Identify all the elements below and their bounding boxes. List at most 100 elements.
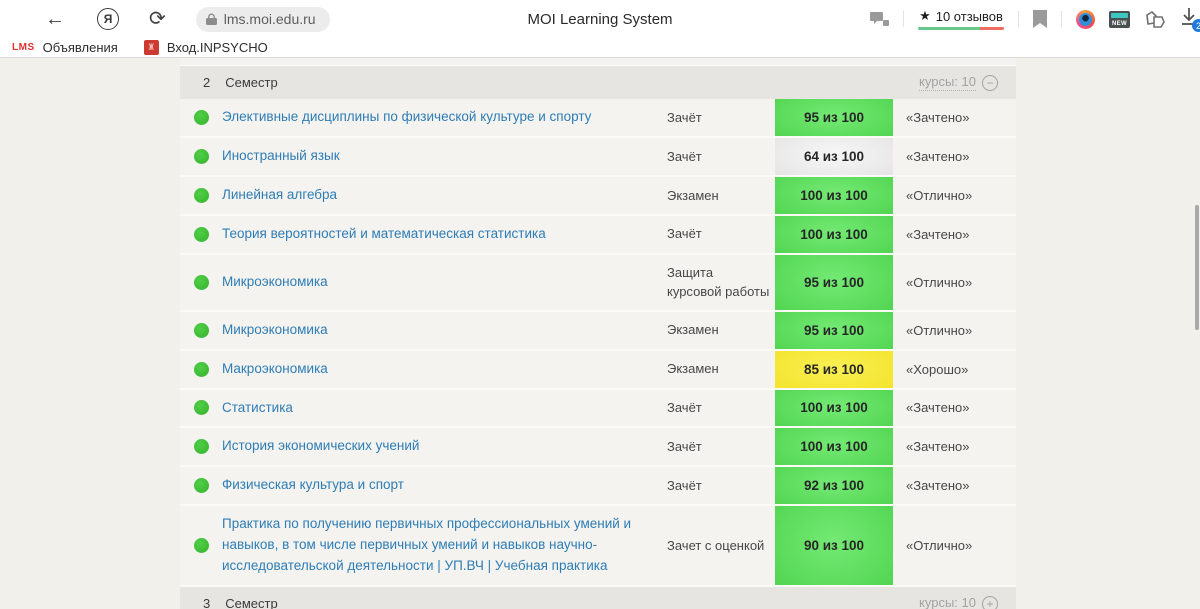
refresh-button[interactable]: ⟳ — [149, 9, 166, 29]
course-row: Линейная алгебра Экзамен 100 из 100 «Отл… — [180, 177, 1016, 216]
courses-count-link[interactable]: курсы: 10 — [919, 595, 976, 609]
status-dot-icon — [194, 478, 209, 493]
course-link[interactable]: Статистика — [222, 390, 667, 427]
status-dot-icon — [194, 275, 209, 290]
expand-icon[interactable]: + — [982, 596, 998, 609]
divider — [1061, 11, 1062, 27]
status-dot-cell — [180, 323, 222, 338]
score-badge: 100 из 100 — [775, 428, 893, 465]
course-link[interactable]: Теория вероятностей и математическая ста… — [222, 216, 667, 253]
score-badge-cell: 64 из 100 — [775, 138, 893, 175]
score-badge: 90 из 100 — [775, 506, 893, 585]
row-partial-top — [180, 58, 1016, 66]
score-badge-cell: 100 из 100 — [775, 216, 893, 253]
semester-3-header: 3 Семестр курсы: 10 + — [180, 587, 1016, 609]
course-link[interactable]: Элективные дисциплины по физической куль… — [222, 99, 667, 136]
grades-table: 2 Семестр курсы: 10 − Элективные дисципл… — [180, 58, 1016, 609]
back-button[interactable]: ← — [45, 9, 65, 29]
course-rows: Элективные дисциплины по физической куль… — [180, 99, 1016, 587]
score-badge-cell: 95 из 100 — [775, 99, 893, 136]
bookmark-item-lms[interactable]: LMS Объявления — [12, 40, 118, 55]
score-badge: 95 из 100 — [775, 99, 893, 136]
grade-text: «Зачтено» — [893, 400, 1016, 415]
extension-new-label: NEW — [1109, 21, 1130, 27]
semester-2-courses-toggle[interactable]: курсы: 10 − — [919, 74, 998, 91]
exam-type: Защита курсовой работы — [667, 255, 775, 310]
divider — [903, 11, 904, 27]
browser-toolbar: ← Я ⟳ lms.moi.edu.ru MOI Learning System… — [0, 0, 1200, 38]
score-badge-cell: 100 из 100 — [775, 390, 893, 427]
course-row: Макроэкономика Экзамен 85 из 100 «Хорошо… — [180, 351, 1016, 390]
score-badge-cell: 92 из 100 — [775, 467, 893, 504]
lms-favicon: LMS — [12, 42, 35, 53]
course-row: Практика по получению первичных професси… — [180, 506, 1016, 587]
exam-type: Зачёт — [667, 139, 775, 175]
status-dot-cell — [180, 110, 222, 125]
lock-icon — [206, 13, 217, 26]
page-content: 2 Семестр курсы: 10 − Элективные дисципл… — [0, 58, 1200, 609]
course-link[interactable]: Физическая культура и спорт — [222, 467, 667, 504]
course-row: Микроэкономика Защита курсовой работы 95… — [180, 255, 1016, 312]
semester-3-courses-toggle[interactable]: курсы: 10 + — [919, 595, 998, 609]
exam-type: Зачёт — [667, 216, 775, 252]
address-bar[interactable]: lms.moi.edu.ru — [196, 7, 330, 32]
extension-browser-icon[interactable] — [1076, 10, 1095, 29]
course-row: История экономических учений Зачёт 100 и… — [180, 428, 1016, 467]
course-link[interactable]: Макроэкономика — [222, 351, 667, 388]
exam-type: Зачёт — [667, 429, 775, 465]
semester-label: Семестр — [225, 75, 277, 90]
bookmark-label: Объявления — [43, 40, 118, 55]
score-badge-cell: 95 из 100 — [775, 255, 893, 310]
site-rating[interactable]: ★ 10 отзывов — [918, 8, 1004, 30]
course-link[interactable]: Линейная алгебра — [222, 177, 667, 214]
score-badge: 64 из 100 — [775, 138, 893, 175]
status-dot-icon — [194, 227, 209, 242]
status-dot-cell — [180, 439, 222, 454]
download-button[interactable]: 2 — [1180, 7, 1200, 31]
status-dot-icon — [194, 439, 209, 454]
bookmark-icon[interactable] — [1033, 10, 1047, 28]
rating-bar — [918, 27, 1004, 30]
score-badge: 85 из 100 — [775, 351, 893, 388]
course-link[interactable]: Практика по получению первичных професси… — [222, 506, 667, 585]
course-link[interactable]: История экономических учений — [222, 428, 667, 465]
status-dot-cell — [180, 227, 222, 242]
status-dot-icon — [194, 149, 209, 164]
score-badge-cell: 90 из 100 — [775, 506, 893, 585]
status-dot-icon — [194, 110, 209, 125]
extension-new-icon[interactable]: NEW — [1109, 11, 1130, 28]
vertical-scrollbar[interactable] — [1195, 205, 1199, 330]
collapse-icon[interactable]: − — [982, 75, 998, 91]
course-link[interactable]: Иностранный язык — [222, 138, 667, 175]
site-info-icon[interactable] — [870, 11, 889, 27]
exam-type: Зачёт — [667, 468, 775, 504]
course-link[interactable]: Микроэкономика — [222, 264, 667, 301]
status-dot-cell — [180, 275, 222, 290]
bookmark-item-inpsycho[interactable]: ♜ Вход.INPSYCHO — [144, 40, 268, 55]
grade-text: «Зачтено» — [893, 439, 1016, 454]
status-dot-cell — [180, 149, 222, 164]
status-dot-cell — [180, 538, 222, 553]
status-dot-icon — [194, 323, 209, 338]
extension-inner — [1079, 13, 1092, 26]
yandex-home-button[interactable]: Я — [97, 8, 119, 30]
course-link[interactable]: Микроэкономика — [222, 312, 667, 349]
status-dot-cell — [180, 478, 222, 493]
exam-type: Экзамен — [667, 178, 775, 214]
exam-type: Экзамен — [667, 351, 775, 387]
grade-text: «Зачтено» — [893, 110, 1016, 125]
grade-text: «Зачтено» — [893, 227, 1016, 242]
status-dot-cell — [180, 400, 222, 415]
grade-text: «Отлично» — [893, 275, 1016, 290]
grade-text: «Отлично» — [893, 188, 1016, 203]
semester-number: 3 — [203, 596, 210, 609]
status-dot-icon — [194, 362, 209, 377]
score-badge-cell: 85 из 100 — [775, 351, 893, 388]
course-row: Теория вероятностей и математическая ста… — [180, 216, 1016, 255]
download-count-badge: 2 — [1192, 19, 1200, 32]
courses-count-link[interactable]: курсы: 10 — [919, 74, 976, 91]
bookmarks-bar: LMS Объявления ♜ Вход.INPSYCHO — [0, 38, 1200, 58]
course-row: Элективные дисциплины по физической куль… — [180, 99, 1016, 138]
course-row: Статистика Зачёт 100 из 100 «Зачтено» — [180, 390, 1016, 429]
collections-icon[interactable] — [1144, 10, 1166, 29]
